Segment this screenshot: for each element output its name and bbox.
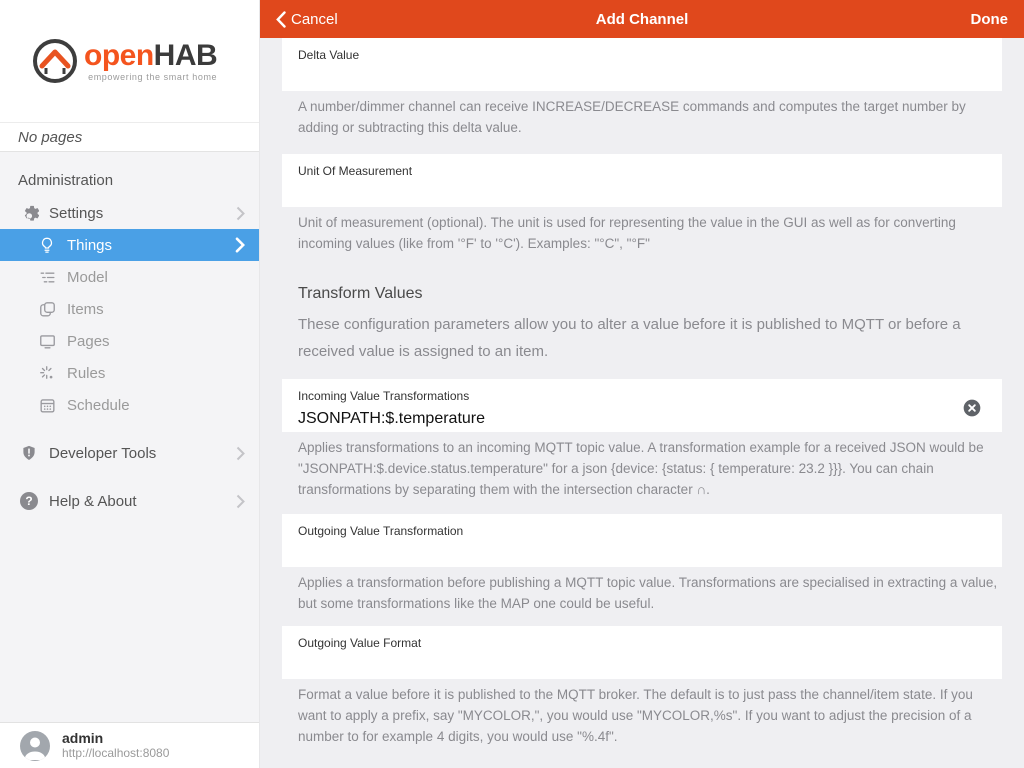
sidebar-item-label: Things [67,237,112,254]
field-label: Incoming Value Transformations [298,389,986,403]
items-copy-icon [36,298,58,320]
clear-input-icon[interactable] [962,398,982,418]
dialog-title: Add Channel [260,11,1024,28]
outgoing-value-format-input[interactable] [298,657,883,675]
field-outgoing-value-transformation: Outgoing Value Transformation [282,514,1002,567]
sidebar-item-label: Help & About [49,493,137,510]
sidebar-item-help-about[interactable]: ? Help & About [0,485,259,517]
sidebar: openHAB empowering the smart home No pag… [0,0,260,768]
rules-spark-icon [36,362,58,384]
main-panel: Cancel Add Channel Done Delta Value A nu… [260,0,1024,768]
delta-value-input[interactable] [298,69,883,87]
brand-hab: HAB [154,39,218,72]
user-account-button[interactable]: admin http://localhost:8080 [0,722,259,768]
administration-section-label: Administration [18,172,259,189]
help-question-icon: ? [18,490,40,512]
user-name: admin [62,730,169,746]
sidebar-item-label: Schedule [67,397,130,414]
field-description: Unit of measurement (optional). The unit… [298,212,1002,254]
openhab-logo: openHAB empowering the smart home [0,0,259,122]
sidebar-divider-gap [0,421,259,437]
incoming-value-transformations-input[interactable] [298,410,883,428]
dialog-navbar: Cancel Add Channel Done [260,0,1024,38]
section-description: These configuration parameters allow you… [298,311,1002,365]
field-description: Format a value before it is published to… [298,684,1002,747]
sidebar-item-label: Pages [67,333,110,350]
chevron-left-icon [276,11,286,28]
sidebar-item-things[interactable]: Things [0,229,259,261]
field-unit-of-measurement: Unit Of Measurement [282,154,1002,207]
model-tree-icon [36,266,58,288]
brand-tagline: empowering the smart home [84,72,217,82]
pages-monitor-icon [36,330,58,352]
form-scroll-area[interactable]: Delta Value A number/dimmer channel can … [260,38,1024,768]
chevron-right-icon [236,494,245,509]
field-description: Applies transformations to an incoming M… [298,437,1002,500]
openhab-house-icon [30,36,80,86]
field-incoming-value-transformations: Incoming Value Transformations [282,379,1002,432]
section-title-transform-values: Transform Values [298,284,1002,304]
sidebar-item-schedule[interactable]: Schedule [0,389,259,421]
field-label: Delta Value [298,48,986,62]
field-outgoing-value-format: Outgoing Value Format [282,626,1002,679]
sidebar-divider-gap [0,469,259,485]
chevron-right-icon [235,237,245,253]
brand-wordmark: openHAB [84,41,217,71]
sidebar-item-label: Rules [67,365,105,382]
sidebar-item-label: Model [67,269,108,286]
field-description: A number/dimmer channel can receive INCR… [298,96,1002,138]
chevron-right-icon [236,446,245,461]
sidebar-item-model[interactable]: Model [0,261,259,293]
sidebar-item-developer-tools[interactable]: Developer Tools [0,437,259,469]
field-label: Outgoing Value Format [298,636,986,650]
field-label: Unit Of Measurement [298,164,986,178]
outgoing-value-transformation-input[interactable] [298,545,883,563]
pages-empty-label: No pages [0,122,259,152]
chevron-right-icon [236,206,245,221]
unit-of-measurement-input[interactable] [298,185,883,203]
sidebar-item-rules[interactable]: Rules [0,357,259,389]
gear-icon [18,202,40,224]
sidebar-item-pages[interactable]: Pages [0,325,259,357]
done-button[interactable]: Done [971,11,1009,28]
sidebar-item-items[interactable]: Items [0,293,259,325]
sidebar-item-label: Items [67,301,104,318]
brand-open: open [84,39,154,72]
openhab-app: openHAB empowering the smart home No pag… [0,0,1024,768]
developer-shield-icon [18,442,40,464]
sidebar-item-label: Developer Tools [49,445,156,462]
field-label: Outgoing Value Transformation [298,524,986,538]
field-delta-value: Delta Value [282,38,1002,91]
sidebar-item-label: Settings [49,205,103,222]
avatar [20,731,50,761]
schedule-calendar-icon [36,394,58,416]
lightbulb-icon [36,234,58,256]
server-url: http://localhost:8080 [62,746,169,761]
field-description: Applies a transformation before publishi… [298,572,1002,614]
cancel-button[interactable]: Cancel [276,11,338,28]
sidebar-item-settings[interactable]: Settings [0,197,259,229]
